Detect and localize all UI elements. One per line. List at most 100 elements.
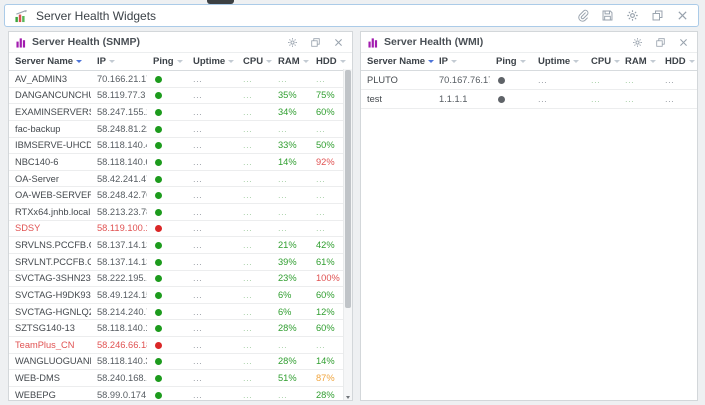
- uptime-cell: ...: [187, 290, 237, 300]
- table-row[interactable]: WEB-DMS58.240.168.118......51%87%: [9, 370, 344, 387]
- table-row[interactable]: SRVLNT.PCCFB.COM58.137.14.132......39%61…: [9, 254, 344, 271]
- ping-cell: [147, 74, 187, 84]
- cpu-cell: ...: [237, 390, 272, 400]
- hdd-cell: 42%: [310, 240, 344, 250]
- close-icon[interactable]: [331, 35, 345, 49]
- ping-cell: [147, 124, 187, 134]
- scroll-down-button[interactable]: [344, 390, 352, 399]
- table-row[interactable]: RTXx64.jnhb.local58.213.23.78...........…: [9, 204, 344, 221]
- close-icon[interactable]: [676, 35, 690, 49]
- column-header-cpu[interactable]: CPU: [237, 56, 272, 67]
- ping-cell: [147, 190, 187, 200]
- cpu-cell: ...: [237, 90, 272, 100]
- table-row[interactable]: PLUTO70.167.76.178............: [361, 71, 697, 90]
- column-header-label: IP: [97, 56, 106, 67]
- vertical-scrollbar[interactable]: [343, 69, 352, 400]
- table-row[interactable]: WEBEPG58.99.0.174.........28%: [9, 387, 344, 401]
- column-header-uptime[interactable]: Uptime: [532, 56, 585, 67]
- ping-cell: [147, 207, 187, 217]
- table-row[interactable]: SVCTAG-HGNLQ2X58.214.240.78......6%12%: [9, 304, 344, 321]
- hdd-cell: 100%: [310, 273, 344, 283]
- table-row[interactable]: WANGLUOGUANLI58.118.140.36......28%14%: [9, 354, 344, 371]
- table-row[interactable]: AV_ADMIN370.166.21.173............: [9, 71, 344, 88]
- ip-cell: 58.118.140.36: [91, 356, 147, 366]
- table-row[interactable]: NBC140-658.118.140.6......14%92%: [9, 154, 344, 171]
- column-header-label: Server Name: [367, 56, 425, 67]
- column-header-ping[interactable]: Ping: [490, 56, 532, 67]
- restore-icon[interactable]: [650, 9, 664, 23]
- close-icon[interactable]: [675, 9, 689, 23]
- table-row[interactable]: DANGANCUNCHU58.119.77.3......35%75%: [9, 88, 344, 105]
- server-name-cell: SZTSG140-13: [9, 323, 91, 333]
- cpu-cell: ...: [585, 94, 619, 104]
- column-header-ping[interactable]: Ping: [147, 56, 187, 67]
- restore-icon[interactable]: [308, 35, 322, 49]
- column-header-ram[interactable]: RAM: [619, 56, 659, 67]
- save-icon[interactable]: [600, 9, 614, 23]
- table-row[interactable]: OA-WEB-SERVER58.248.42.76............: [9, 187, 344, 204]
- column-header-label: RAM: [278, 56, 300, 67]
- table-row[interactable]: SVCTAG-3SHN23X58.222.195.123......23%100…: [9, 271, 344, 288]
- ip-cell: 58.119.77.3: [91, 90, 147, 100]
- server-name-cell: WANGLUOGUANLI: [9, 356, 91, 366]
- table-row[interactable]: EXAMINSERVERS58.247.155.27......34%60%: [9, 104, 344, 121]
- table-row[interactable]: TeamPlus_CN58.246.66.18............: [9, 337, 344, 354]
- table-row[interactable]: SZTSG140-1358.118.140.13......28%60%: [9, 320, 344, 337]
- settings-icon[interactable]: [630, 35, 644, 49]
- column-header-hdd[interactable]: HDD: [310, 56, 346, 67]
- cpu-cell: ...: [237, 157, 272, 167]
- column-header-server-name[interactable]: Server Name: [361, 56, 433, 67]
- attach-icon[interactable]: [575, 9, 589, 23]
- column-header-cpu[interactable]: CPU: [585, 56, 619, 67]
- settings-icon[interactable]: [625, 9, 639, 23]
- sort-caret-icon: [650, 60, 656, 63]
- ping-status-dot: [155, 159, 162, 166]
- table-row[interactable]: SRVLNS.PCCFB.COM58.137.14.133......21%42…: [9, 237, 344, 254]
- ip-cell: 58.118.140.4: [91, 140, 147, 150]
- column-header-hdd[interactable]: HDD: [659, 56, 697, 67]
- hdd-cell: ...: [310, 174, 344, 184]
- uptime-cell: ...: [187, 207, 237, 217]
- table-row[interactable]: OA-Server58.42.241.47............: [9, 171, 344, 188]
- hdd-cell: ...: [659, 94, 697, 104]
- ram-cell: ...: [619, 75, 659, 85]
- ip-cell: 58.214.240.78: [91, 307, 147, 317]
- cpu-cell: ...: [237, 273, 272, 283]
- ip-cell: 58.222.195.123: [91, 273, 147, 283]
- table-row[interactable]: test1.1.1.1............: [361, 90, 697, 109]
- cpu-cell: ...: [237, 356, 272, 366]
- uptime-cell: ...: [187, 373, 237, 383]
- ping-cell: [147, 290, 187, 300]
- table-row[interactable]: SDSY58.119.100.1............: [9, 221, 344, 238]
- panel-toolbar: [285, 35, 345, 49]
- restore-icon[interactable]: [653, 35, 667, 49]
- sort-active-caret-icon: [76, 60, 82, 63]
- column-header-server-name[interactable]: Server Name: [9, 56, 91, 67]
- uptime-cell: ...: [187, 157, 237, 167]
- server-name-cell: OA-Server: [9, 174, 91, 184]
- scrollbar-thumb[interactable]: [345, 70, 351, 308]
- hdd-cell: 92%: [310, 157, 344, 167]
- column-header-ram[interactable]: RAM: [272, 56, 310, 67]
- column-header-label: Server Name: [15, 56, 73, 67]
- table-row[interactable]: SVCTAG-H9DK93X58.49.124.15......6%60%: [9, 287, 344, 304]
- ping-status-dot: [155, 126, 162, 133]
- cpu-cell: ...: [237, 190, 272, 200]
- ping-cell: [147, 307, 187, 317]
- uptime-cell: ...: [187, 390, 237, 400]
- column-header-label: HDD: [665, 56, 686, 67]
- column-header-ip[interactable]: IP: [433, 56, 490, 67]
- server-name-cell: SVCTAG-3SHN23X: [9, 273, 91, 283]
- column-header-ip[interactable]: IP: [91, 56, 147, 67]
- settings-icon[interactable]: [285, 35, 299, 49]
- ip-cell: 58.137.14.132: [91, 257, 147, 267]
- table-row[interactable]: fac-backup58.248.81.226............: [9, 121, 344, 138]
- ping-status-dot: [155, 342, 162, 349]
- hdd-cell: 28%: [310, 390, 344, 400]
- column-header-uptime[interactable]: Uptime: [187, 56, 237, 67]
- server-name-cell: SVCTAG-HGNLQ2X: [9, 307, 91, 317]
- server-name-cell: TeamPlus_CN: [9, 340, 91, 350]
- titlebar-toolbar: [575, 9, 689, 23]
- table-row[interactable]: IBMSERVE-UHCDXN58.118.140.4......33%50%: [9, 138, 344, 155]
- bar-chart-icon: [16, 37, 27, 48]
